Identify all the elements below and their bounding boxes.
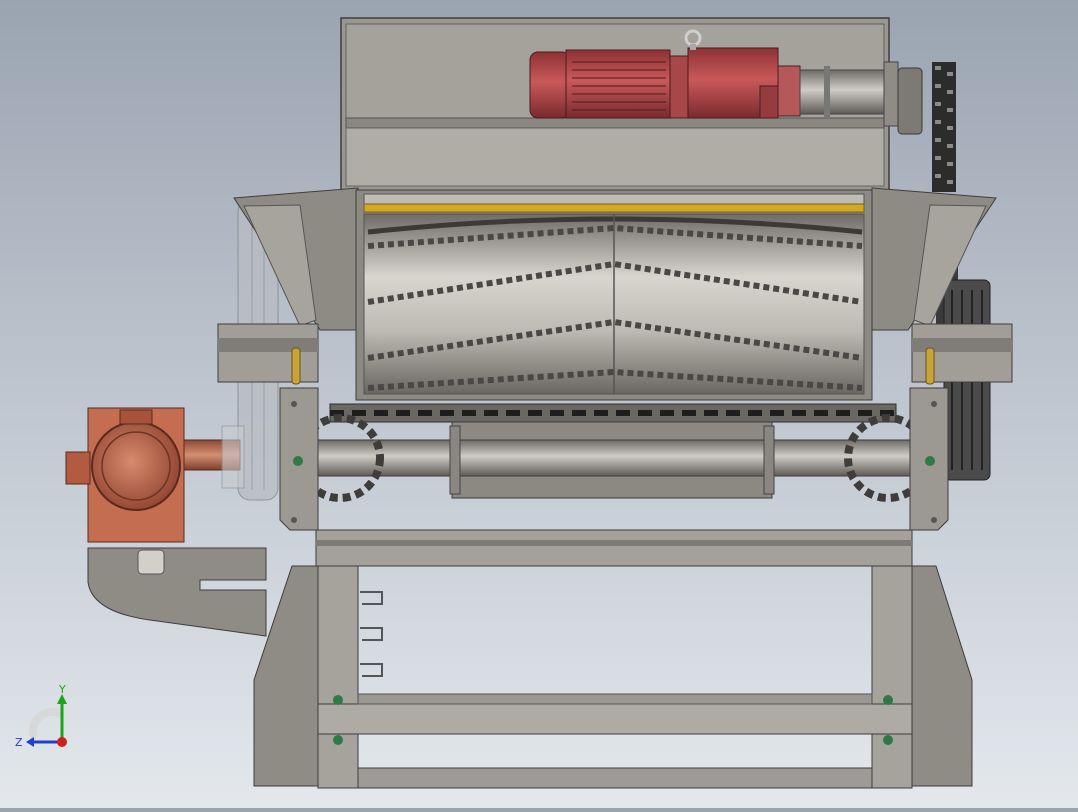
right-bearing-plate: [909, 387, 949, 531]
lower-frame: [253, 529, 973, 789]
right-side-arm: [911, 323, 1013, 385]
y-axis-label: Y: [58, 684, 66, 696]
triad-arc: [29, 707, 64, 740]
x-axis-dot: [57, 737, 67, 747]
machine-model: [65, 17, 1013, 789]
conveyor-chain: [329, 403, 897, 423]
coordinate-triad: Y Z: [15, 684, 67, 749]
left-bearing-plate: [279, 387, 319, 531]
left-gearbox: [65, 407, 245, 543]
z-axis-label: Z: [15, 736, 23, 749]
left-side-arm: [217, 323, 319, 385]
crusher-rotor: [355, 189, 873, 401]
main-shaft: [296, 414, 932, 502]
cad-viewport[interactable]: Y Z: [0, 0, 1078, 808]
gearbox-bracket: [87, 547, 267, 637]
